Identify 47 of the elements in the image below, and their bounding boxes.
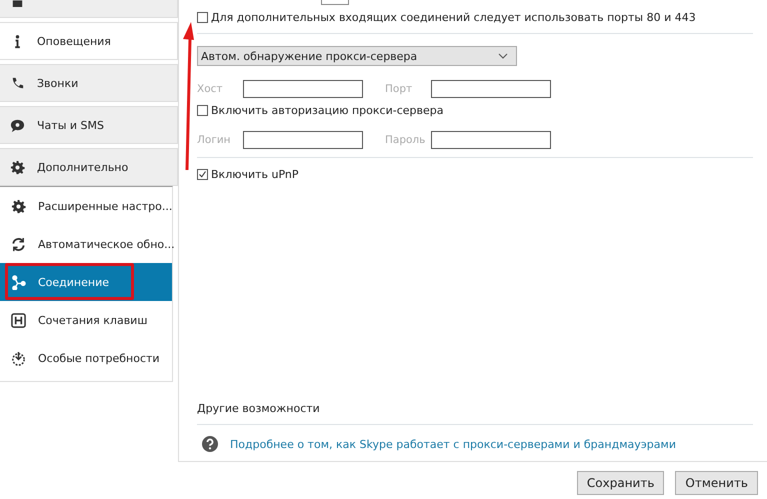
sidebar-label: Оповещения xyxy=(37,34,111,48)
checkbox[interactable] xyxy=(197,12,208,23)
field-label: Хост xyxy=(197,83,224,95)
checkbox-label: Для дополнительных входящих соединений следует использовать порты 80 и 443 xyxy=(211,11,696,24)
access-icon xyxy=(11,350,26,366)
save-button[interactable]: Сохранить xyxy=(576,471,664,495)
sidebar-label: Особые потребности xyxy=(38,352,160,364)
chevron-icon xyxy=(498,53,508,59)
field-label: Порт xyxy=(385,83,414,95)
input-field[interactable] xyxy=(243,131,363,149)
sidebar-item[interactable]: Расширенные настро... xyxy=(0,187,172,225)
input-field[interactable] xyxy=(431,80,551,98)
field-label: Пароль xyxy=(385,134,426,146)
connection-icon xyxy=(11,274,26,290)
sidebar-item[interactable]: Особые потребности xyxy=(0,339,172,377)
key-h-icon xyxy=(11,312,26,328)
chat-icon xyxy=(10,118,25,132)
checkbox[interactable] xyxy=(197,105,208,116)
sidebar-label: Расширенные настро... xyxy=(38,200,172,212)
sidebar-label: Соединение xyxy=(38,276,110,288)
gear-icon xyxy=(10,160,25,174)
sidebar-label: Автоматическое обно... xyxy=(38,238,175,250)
refresh-icon xyxy=(11,236,26,252)
sidebar-item[interactable]: Звонки xyxy=(0,64,178,102)
sidebar-item[interactable]: Сочетания клавиш xyxy=(0,301,172,339)
help-icon xyxy=(202,436,218,452)
checkbox[interactable] xyxy=(197,169,208,180)
section-title: Другие возможности xyxy=(197,402,321,415)
sidebar-item[interactable]: Чаты и SMS xyxy=(0,106,178,144)
checkbox-label: Включить авторизацию прокси-сервера xyxy=(211,104,444,117)
sidebar-label: Дополнительно xyxy=(37,160,128,174)
checkbox-label: Включить uPnP xyxy=(211,168,299,181)
input-field[interactable] xyxy=(243,80,363,98)
sidebar-item[interactable]: Оповещения xyxy=(0,22,178,60)
input-field[interactable] xyxy=(431,131,551,149)
sidebar-label: Чаты и SMS xyxy=(37,118,104,132)
proxy-dropdown[interactable]: Автом. обнаружение прокси-сервера xyxy=(197,46,517,66)
phone-icon xyxy=(10,76,25,90)
field-label: Логин xyxy=(197,134,232,146)
sidebar-item[interactable]: Дополнительно xyxy=(0,148,178,186)
help-link[interactable]: Подробнее о том, как Skype работает с прокси-серверами и брандмауэрами xyxy=(230,438,676,450)
sidebar-item[interactable]: Автоматическое обно... xyxy=(0,225,172,263)
sidebar-label: Звонки xyxy=(37,76,78,90)
input-field[interactable] xyxy=(321,0,349,5)
gear-icon xyxy=(11,198,26,214)
cancel-button[interactable]: Отменить xyxy=(675,471,758,495)
sidebar-label: Сочетания клавиш xyxy=(38,314,148,326)
